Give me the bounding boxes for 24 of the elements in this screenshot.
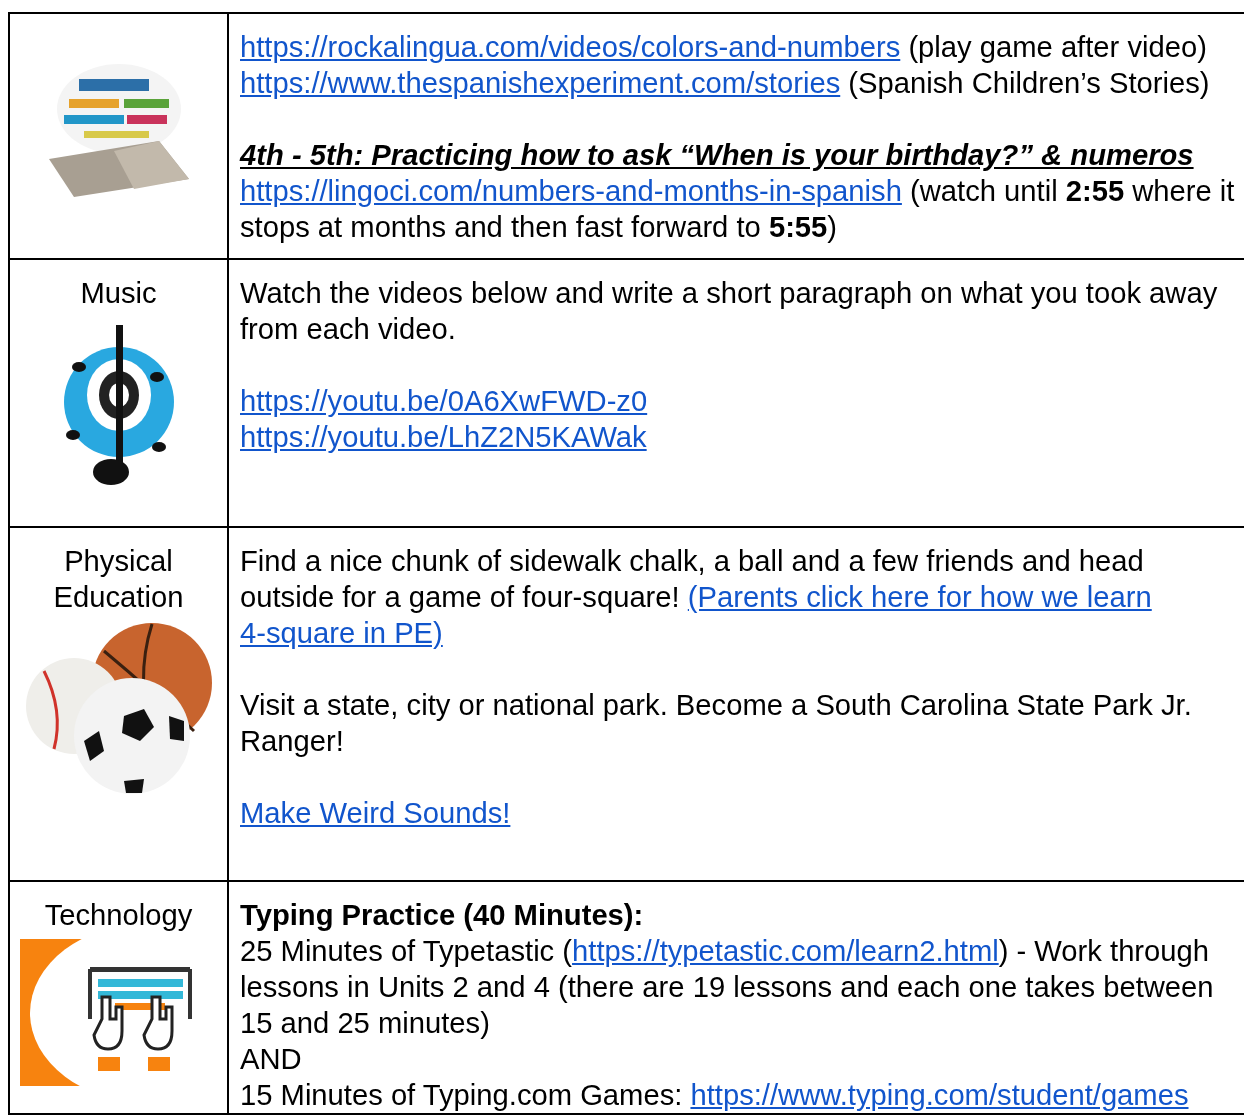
link[interactable]: (Parents click here for how we learn [687, 581, 1152, 613]
link[interactable]: https://www.thespanishexperiment.com/stories [240, 67, 841, 99]
section-heading: 4th - 5th: Practicing how to ask “When is your birthday?” & numeros [240, 138, 1195, 173]
subject-label: Music [80, 276, 157, 311]
paragraph: https://lingoci.com/numbers-and-months-in-spanish (watch until 2:55 where it stops at months and then fast forward to 5:55) [240, 174, 1236, 245]
link[interactable]: https://rockalingua.com/videos/colors-and-numbers [240, 31, 901, 63]
paragraph: https://www.thespanishexperiment.com/stories (Spanish Children’s Stories) [240, 66, 1211, 101]
link[interactable]: https://typetastic.com/learn2.html [572, 935, 999, 967]
link[interactable]: https://lingoci.com/numbers-and-months-in-spanish [240, 175, 902, 207]
subject-label: Technology [44, 898, 193, 933]
paragraph: 15 Minutes of Typing.com Games: https://www.typing.com/student/games [240, 1078, 1190, 1113]
paragraph: https://rockalingua.com/videos/colors-and-numbers (play game after video) [240, 30, 1208, 65]
link[interactable]: https://www.typing.com/student/games [690, 1079, 1189, 1111]
paragraph: Find a nice chunk of sidewalk chalk, a ball and a few friends and head outside for a game of four-square! (Parents click here for how we learn 4-square in PE) [240, 544, 1153, 651]
paragraph: AND [240, 1042, 303, 1077]
subject-label: Physical Education [52, 544, 185, 615]
link[interactable]: 4-square in PE) [240, 617, 443, 649]
section-heading: Typing Practice (40 Minutes): [240, 898, 645, 933]
link[interactable]: Make Weird Sounds! [240, 797, 511, 829]
paragraph: Watch the videos below and write a short paragraph on what you took away from each video. [240, 276, 1219, 347]
paragraph: Visit a state, city or national park. Become a South Carolina State Park Jr. Ranger! [240, 688, 1193, 759]
paragraph: 25 Minutes of Typetastic (https://typetastic.com/learn2.html) - Work through lessons in Units 2 and 4 (there are 19 lessons and each one takes between 15 and 25 minutes) [240, 934, 1215, 1041]
link[interactable]: https://youtu.be/0A6XwFWD-z0 [240, 385, 648, 417]
link[interactable]: https://youtu.be/LhZ2N5KAWak [240, 421, 647, 453]
